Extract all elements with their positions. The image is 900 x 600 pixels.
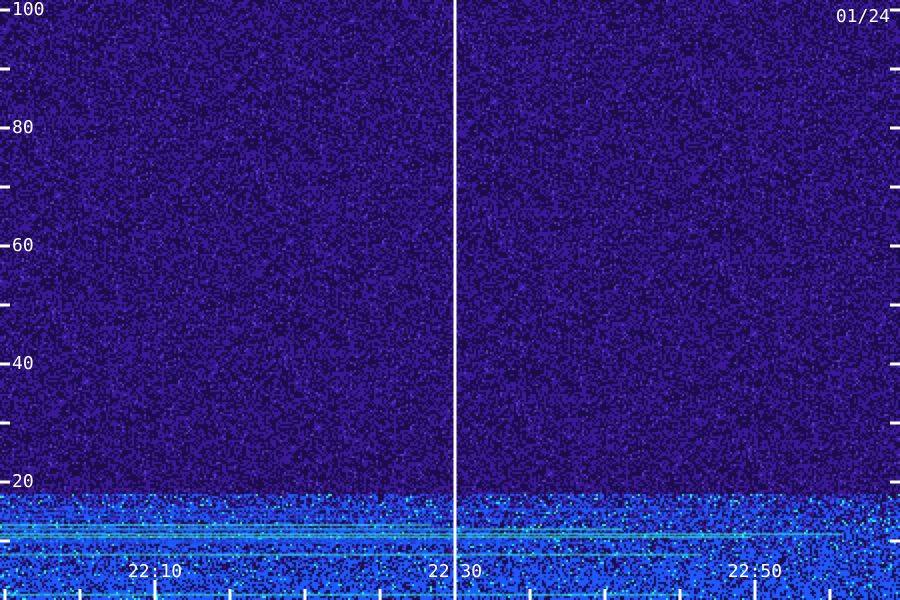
y-tick-label: 100 [12,0,45,20]
y-tick-label: 40 [12,353,34,374]
date-label: 01/24 [835,6,890,27]
x-tick-label: 22:30 [427,561,483,582]
y-tick-label: 60 [12,235,34,256]
x-tick-label: 22:10 [127,561,183,582]
y-tick-label: 80 [12,117,34,138]
spectrogram: 100 80 60 40 20 22:10 22:30 22:50 01/24 [0,0,900,600]
y-tick-label: 20 [12,471,34,492]
axes-overlay [0,0,900,600]
x-tick-label: 22:50 [727,561,783,582]
